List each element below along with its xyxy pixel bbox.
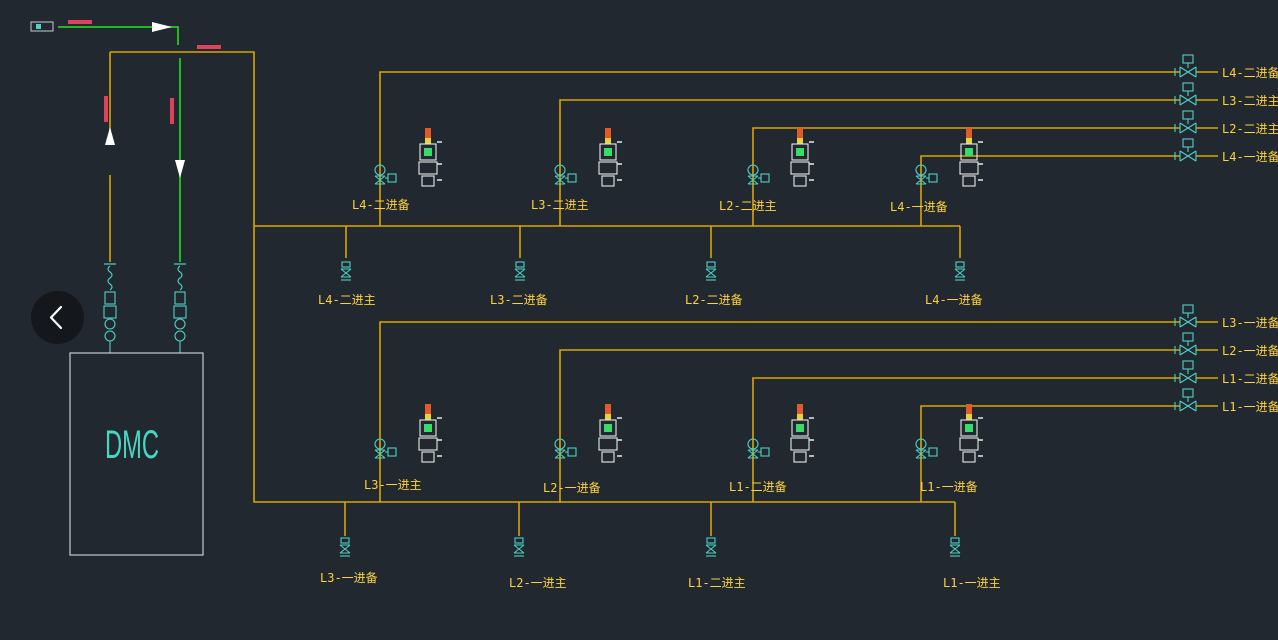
outlet-valve-icon	[1174, 138, 1197, 162]
flow-arrow-icon	[105, 127, 115, 145]
valve-icon	[374, 438, 397, 459]
flow-arrow-icon	[175, 160, 185, 178]
actuator-valve-icon	[598, 404, 622, 463]
outlet-label: L3-二进主接	[1222, 93, 1278, 108]
drain-label: L3-一进备	[320, 571, 378, 585]
outlet-label: L2-一进备接	[1222, 343, 1278, 358]
valve-icon	[374, 164, 397, 185]
valve-icon	[915, 438, 938, 459]
outlet-valve-icon	[1174, 54, 1197, 78]
piping-diagram: DMC L4-二进备 L3-二进主 L2-二进主 L4-一进备 L4-二进主 L3-二进备…	[30, 20, 1278, 590]
inlet-sensor-core	[36, 24, 41, 29]
drain-label: L2-二进备	[685, 293, 743, 307]
upper-branch-pipe	[559, 99, 1180, 226]
actuator-valve-icon	[790, 404, 814, 463]
flow-lines	[30, 20, 221, 262]
hose-connector-icon	[103, 263, 117, 353]
valve-label: L3-一进主	[364, 478, 422, 492]
inlet-sensor-icon	[30, 21, 54, 32]
drain-valve-icon	[954, 261, 966, 281]
flow-arrow-icon	[152, 22, 172, 32]
valve-icon	[554, 438, 577, 459]
dmc-unit-label: DMC	[105, 423, 159, 467]
valve-icon	[915, 164, 938, 185]
previous-button[interactable]	[31, 291, 84, 344]
drain-label: L3-二进备	[490, 293, 548, 307]
actuator-valve-icon	[959, 128, 983, 187]
actuator-valve-icon	[418, 128, 442, 187]
main-header-pipe	[110, 51, 960, 503]
drain-label: L4-一进备	[925, 293, 983, 307]
drain-valve-icon	[705, 537, 717, 557]
outlet-valve-icon	[1174, 82, 1197, 106]
valve-label: L2-一进备	[543, 481, 601, 495]
valve-label: L4-一进备	[890, 200, 948, 214]
drain-valve-icon	[514, 261, 526, 281]
drain-valve-icon	[949, 537, 961, 557]
outlet-label: L4-一进备接	[1222, 149, 1278, 164]
pipe-tag-marker	[197, 45, 221, 49]
pipe-tag-marker	[104, 96, 108, 122]
drain-label: L1-一进主	[943, 576, 1001, 590]
drain-valve-icon	[340, 261, 352, 281]
outlet-label: L2-二进主接	[1222, 121, 1278, 136]
actuator-valve-icon	[598, 128, 622, 187]
valve-label: L1-一进备	[920, 480, 978, 494]
valve-label: L2-二进主	[719, 199, 777, 213]
outlet-valve-icon	[1174, 304, 1197, 328]
drain-valve-icon	[705, 261, 717, 281]
return-flow-line	[58, 26, 181, 262]
outlet-valve-icon	[1174, 388, 1197, 412]
upper-branch-pipe	[379, 71, 1180, 226]
pipe-tag-marker	[68, 20, 92, 24]
outlet-label: L1-一进备接	[1222, 399, 1278, 414]
valve-label: L3-二进主	[531, 198, 589, 212]
valve-icon	[747, 164, 770, 185]
pipe-tag-marker	[170, 98, 174, 124]
outlet-label: L3-一进备接	[1222, 315, 1278, 330]
valve-icon	[554, 164, 577, 185]
lower-branch-pipe	[379, 321, 1180, 502]
outlet-valve-icon	[1174, 110, 1197, 134]
outlet-label: L1-二进备接	[1222, 371, 1278, 386]
drain-label: L2-一进主	[509, 576, 567, 590]
drain-valve-icon	[339, 537, 351, 557]
drain-label: L4-二进主	[318, 293, 376, 307]
actuator-valve-icon	[790, 128, 814, 187]
outlet-label: L4-二进备接	[1222, 65, 1278, 80]
valve-label: L4-二进备	[352, 198, 410, 212]
lower-branch-pipe	[559, 349, 1180, 502]
equipment-layer	[103, 54, 1197, 557]
actuator-valve-icon	[418, 404, 442, 463]
valve-icon	[747, 438, 770, 459]
drain-valve-icon	[513, 537, 525, 557]
hose-connector-icon	[173, 263, 187, 353]
chevron-left-icon	[49, 305, 63, 330]
valve-label: L1-二进备	[729, 480, 787, 494]
drain-label: L1-二进主	[688, 576, 746, 590]
actuator-valve-icon	[959, 404, 983, 463]
outlet-valve-icon	[1174, 360, 1197, 384]
outlet-valve-icon	[1174, 332, 1197, 356]
drawing-canvas: DMC L4-二进备 L3-二进主 L2-二进主 L4-一进备 L4-二进主 L3-二进备…	[0, 0, 1278, 640]
pipe-network	[109, 51, 1218, 536]
